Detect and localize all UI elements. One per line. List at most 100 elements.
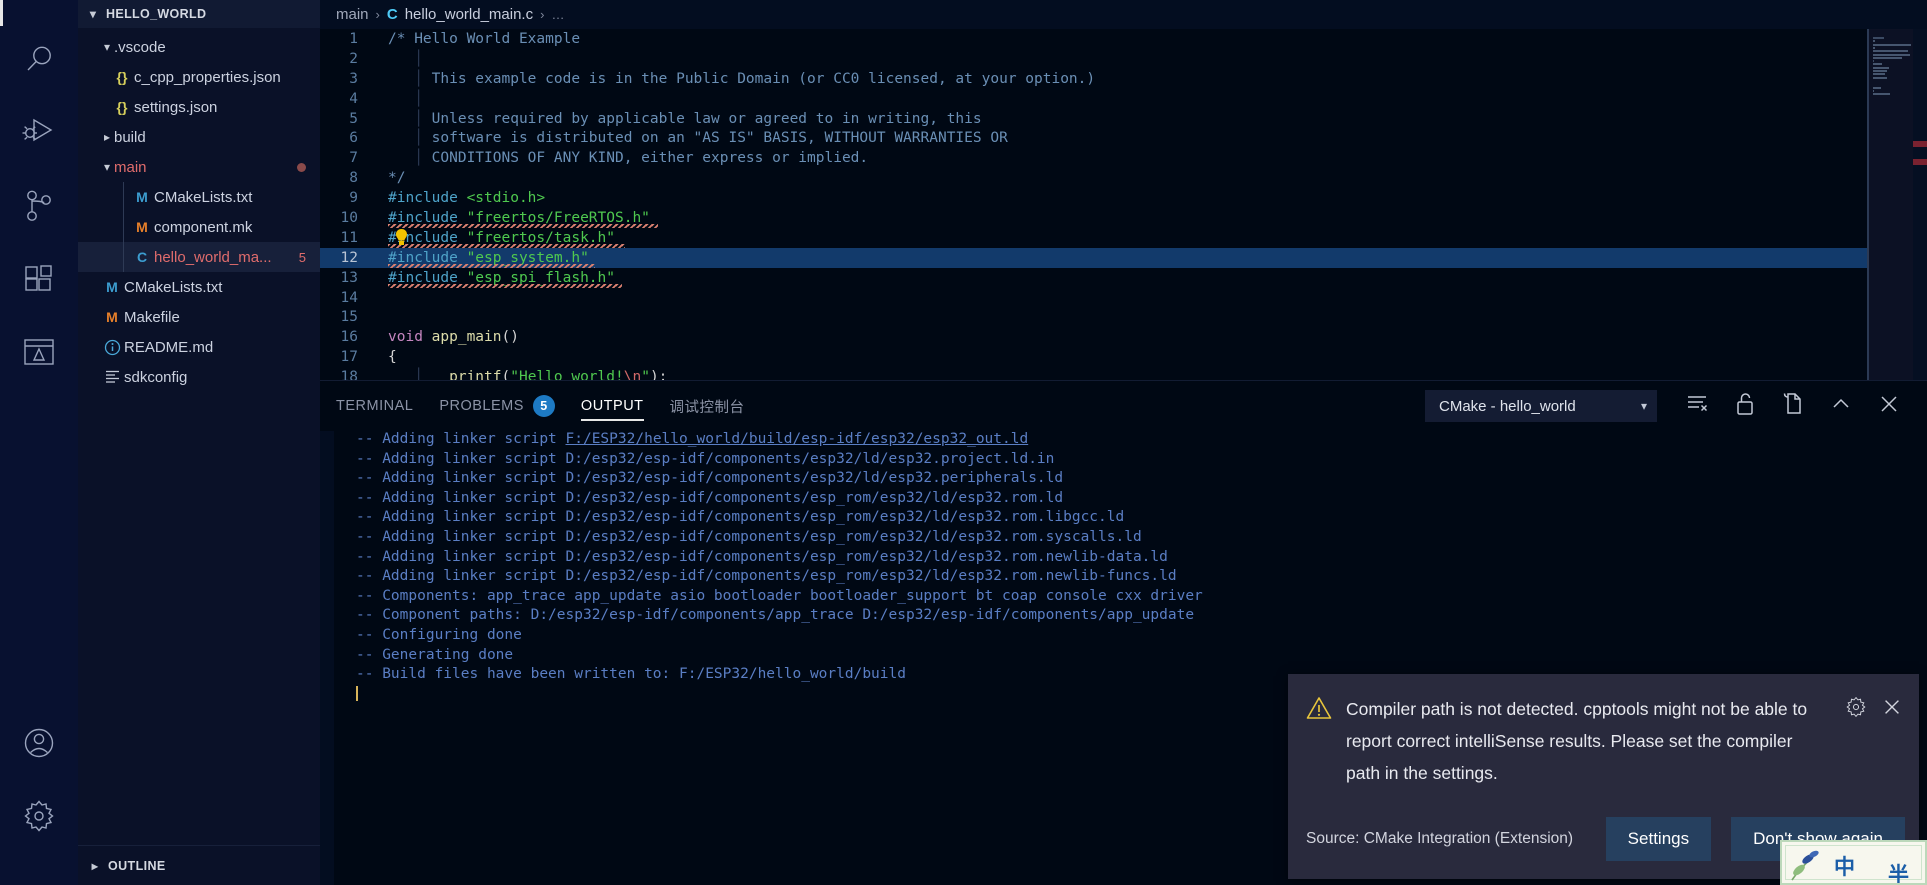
tree-item-settings-json[interactable]: {} settings.json [78, 92, 320, 122]
ime-indicator-bar[interactable]: 中 半 [1780, 840, 1927, 885]
notification-settings-button[interactable] [1843, 696, 1869, 722]
tree-item-hello-world-main-c[interactable]: C hello_world_ma... 5 [78, 242, 320, 272]
tree-item-vscode[interactable]: ▾ .vscode [78, 32, 320, 62]
tree-item-main-cmakelists[interactable]: M CMakeLists.txt [78, 182, 320, 212]
editor-scrollbar[interactable] [1867, 29, 1869, 380]
code-token: ); [649, 369, 668, 380]
activity-item-accounts[interactable] [0, 709, 78, 782]
minimap-line [1873, 93, 1890, 96]
breadcrumb-more[interactable]: … [551, 7, 564, 22]
vscode-window: ▾ HELLO_WORLD ▾ .vscode {} c_cpp_propert… [0, 0, 1927, 885]
editor-line[interactable]: 18 │ printf("Hello world!\n"); [320, 367, 1927, 380]
minimap[interactable] [1869, 29, 1913, 380]
line-number: 5 [349, 110, 358, 127]
output-line: -- Configuring done [356, 627, 1927, 647]
code-token: { [388, 349, 397, 366]
c-file-icon: C [136, 249, 148, 265]
activity-item-run-and-debug[interactable] [0, 99, 78, 172]
tab-output[interactable]: OUTPUT [580, 381, 644, 431]
code-token: app_main [431, 329, 502, 346]
line-number: 6 [349, 130, 358, 147]
makefile-icon: M [136, 219, 148, 235]
breadcrumb-file[interactable]: hello_world_main.c [405, 6, 533, 23]
activity-item-settings[interactable] [0, 782, 78, 855]
ime-mode-char[interactable]: 中 [1834, 851, 1855, 881]
search-icon [22, 43, 56, 82]
json-file-icon: {} [116, 99, 128, 115]
code-token: │ [388, 110, 423, 127]
tree-item-readme-md[interactable]: README.md [78, 332, 320, 362]
activity-item-esp-idf[interactable] [0, 318, 78, 391]
overview-ruler[interactable] [1913, 29, 1927, 380]
editor-line[interactable]: 16 void app_main() [320, 327, 1927, 347]
editor-line[interactable]: 11 #include "freertos/task.h" [320, 228, 1927, 248]
code-token: void [388, 329, 432, 346]
activity-item-search[interactable] [0, 26, 78, 99]
explorer-root-header[interactable]: ▾ HELLO_WORLD [78, 0, 320, 28]
output-channel-select[interactable]: CMake - hello_world ▾ [1425, 390, 1657, 422]
tree-item-makefile[interactable]: M Makefile [78, 302, 320, 332]
lightbulb-quickfix-icon[interactable] [394, 228, 409, 247]
editor-line[interactable]: 13 #include "esp_spi_flash.h" [320, 268, 1927, 288]
outline-section-header[interactable]: ▸ OUTLINE [78, 845, 320, 885]
editor-line[interactable]: 1 /* Hello World Example [320, 29, 1927, 49]
error-marker [1913, 159, 1927, 165]
cmake-file-icon: M [136, 189, 148, 205]
collapse-panel-button[interactable] [1819, 386, 1863, 426]
tree-item-label: build [114, 128, 146, 146]
activity-item-source-control[interactable] [0, 172, 78, 245]
output-text: -- Adding linker script D:/esp32/esp-idf… [356, 450, 1055, 467]
tree-item-label: hello_world_ma... [154, 248, 272, 266]
output-line: -- Adding linker script D:/esp32/esp-idf… [356, 470, 1927, 490]
lock-scrolling-button[interactable] [1723, 386, 1767, 426]
error-marker [1913, 141, 1927, 147]
editor-line[interactable]: 14 [320, 288, 1927, 308]
editor-line[interactable]: 8 */ [320, 168, 1927, 188]
editor-line[interactable]: 2 │ [320, 49, 1927, 69]
account-icon [22, 726, 56, 765]
panel-tabs: TERMINAL PROBLEMS 5 OUTPUT 调试控制台 [336, 381, 745, 431]
ime-width-char[interactable]: 半 [1888, 859, 1909, 883]
minimap-line [1873, 50, 1909, 53]
tab-label: OUTPUT [580, 398, 644, 414]
tree-item-root-cmakelists[interactable]: M CMakeLists.txt [78, 272, 320, 302]
editor-line[interactable]: 12 #include "esp_system.h" [320, 247, 1927, 268]
editor-line[interactable]: 5 │ Unless required by applicable law or… [320, 109, 1927, 129]
panel-header: TERMINAL PROBLEMS 5 OUTPUT 调试控制台 CMake -… [320, 381, 1927, 431]
line-number: 10 [340, 209, 358, 226]
open-in-new-window-icon [1782, 391, 1804, 421]
open-in-editor-button[interactable] [1771, 386, 1815, 426]
tab-terminal[interactable]: TERMINAL [336, 381, 413, 431]
notification-close-button[interactable] [1879, 696, 1905, 722]
clear-output-button[interactable] [1675, 386, 1719, 426]
editor-line[interactable]: 17 { [320, 347, 1927, 367]
c-file-icon: C [386, 6, 398, 23]
code-token: #include [388, 190, 467, 207]
code-token: │ [388, 50, 423, 67]
line-number: 12 [340, 249, 358, 266]
tree-item-c-cpp-properties-json[interactable]: {} c_cpp_properties.json [78, 62, 320, 92]
editor-line[interactable]: 9 #include <stdio.h> [320, 188, 1927, 208]
line-number: 7 [349, 150, 358, 167]
tree-item-build[interactable]: ▸ build [78, 122, 320, 152]
code-token: software is distributed on an "AS IS" BA… [422, 130, 1008, 147]
breadcrumb-folder[interactable]: main [336, 6, 369, 23]
editor-line[interactable]: 7 │ CONDITIONS OF ANY KIND, either expre… [320, 148, 1927, 168]
editor-line[interactable]: 15 [320, 307, 1927, 327]
tree-item-sdkconfig[interactable]: sdkconfig [78, 362, 320, 392]
editor-line[interactable]: 10 #include "freertos/FreeRTOS.h" [320, 208, 1927, 228]
editor-line[interactable]: 4 │ [320, 89, 1927, 109]
activity-item-extensions[interactable] [0, 245, 78, 318]
code-editor[interactable]: 1/* Hello World Example 2 │ 3 │ This examp… [320, 29, 1927, 380]
tab-debug-console[interactable]: 调试控制台 [670, 381, 745, 431]
tree-item-component-mk[interactable]: M component.mk [78, 212, 320, 242]
settings-button[interactable]: Settings [1605, 817, 1712, 861]
close-panel-button[interactable] [1867, 386, 1911, 426]
tab-problems[interactable]: PROBLEMS 5 [439, 381, 555, 431]
editor-line[interactable]: 6 │ software is distributed on an "AS IS… [320, 128, 1927, 148]
activity-bar [0, 0, 78, 885]
line-number: 4 [349, 90, 358, 107]
tree-item-main[interactable]: ▾ main [78, 152, 320, 182]
output-link[interactable]: F:/ESP32/hello_world/build/esp-idf/esp32… [566, 431, 1029, 447]
editor-line[interactable]: 3 │ This example code is in the Public D… [320, 69, 1927, 89]
